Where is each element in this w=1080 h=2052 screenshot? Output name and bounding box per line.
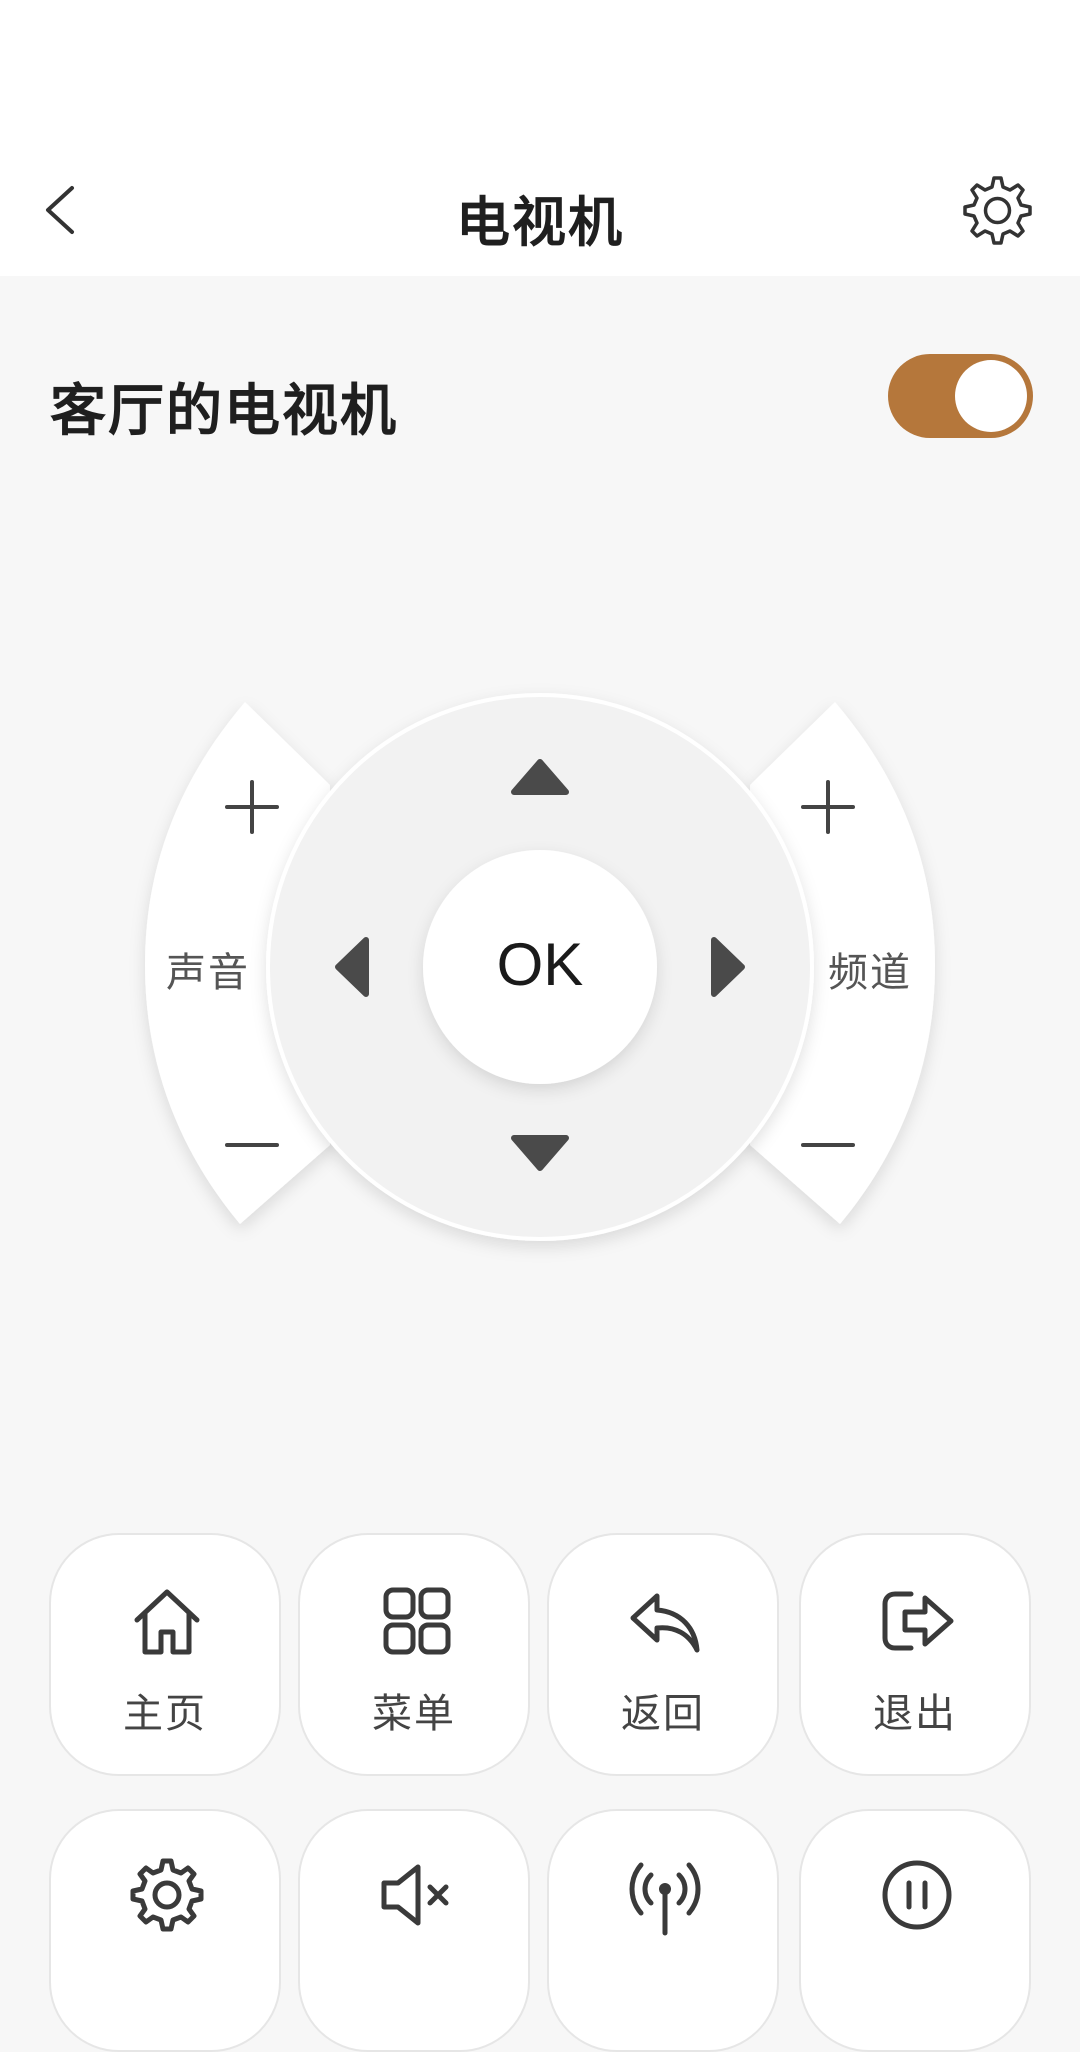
home-icon	[134, 1589, 200, 1655]
return-button[interactable]: 返回	[547, 1533, 779, 1776]
exit-label: 退出	[873, 1691, 957, 1737]
mute-icon	[381, 1864, 449, 1926]
settings-function-button[interactable]	[49, 1809, 281, 2052]
pause-button[interactable]	[799, 1809, 1031, 2052]
menu-button[interactable]: 菜单	[298, 1533, 530, 1776]
volume-label: 声音	[166, 950, 250, 996]
back-arrow-icon	[630, 1593, 700, 1653]
signal-antenna-icon	[629, 1862, 701, 1936]
home-button[interactable]: 主页	[49, 1533, 281, 1776]
menu-grid-icon	[383, 1587, 451, 1655]
pause-icon	[882, 1860, 952, 1930]
settings-icon	[130, 1858, 204, 1932]
exit-button[interactable]: 退出	[799, 1533, 1031, 1776]
ok-label: OK	[496, 931, 584, 998]
exit-icon	[882, 1591, 954, 1651]
home-label: 主页	[123, 1691, 207, 1737]
return-label: 返回	[621, 1691, 705, 1737]
mute-button[interactable]	[298, 1809, 530, 2052]
channel-label: 频道	[828, 950, 912, 996]
menu-label: 菜单	[372, 1691, 456, 1737]
signal-button[interactable]	[547, 1809, 779, 2052]
